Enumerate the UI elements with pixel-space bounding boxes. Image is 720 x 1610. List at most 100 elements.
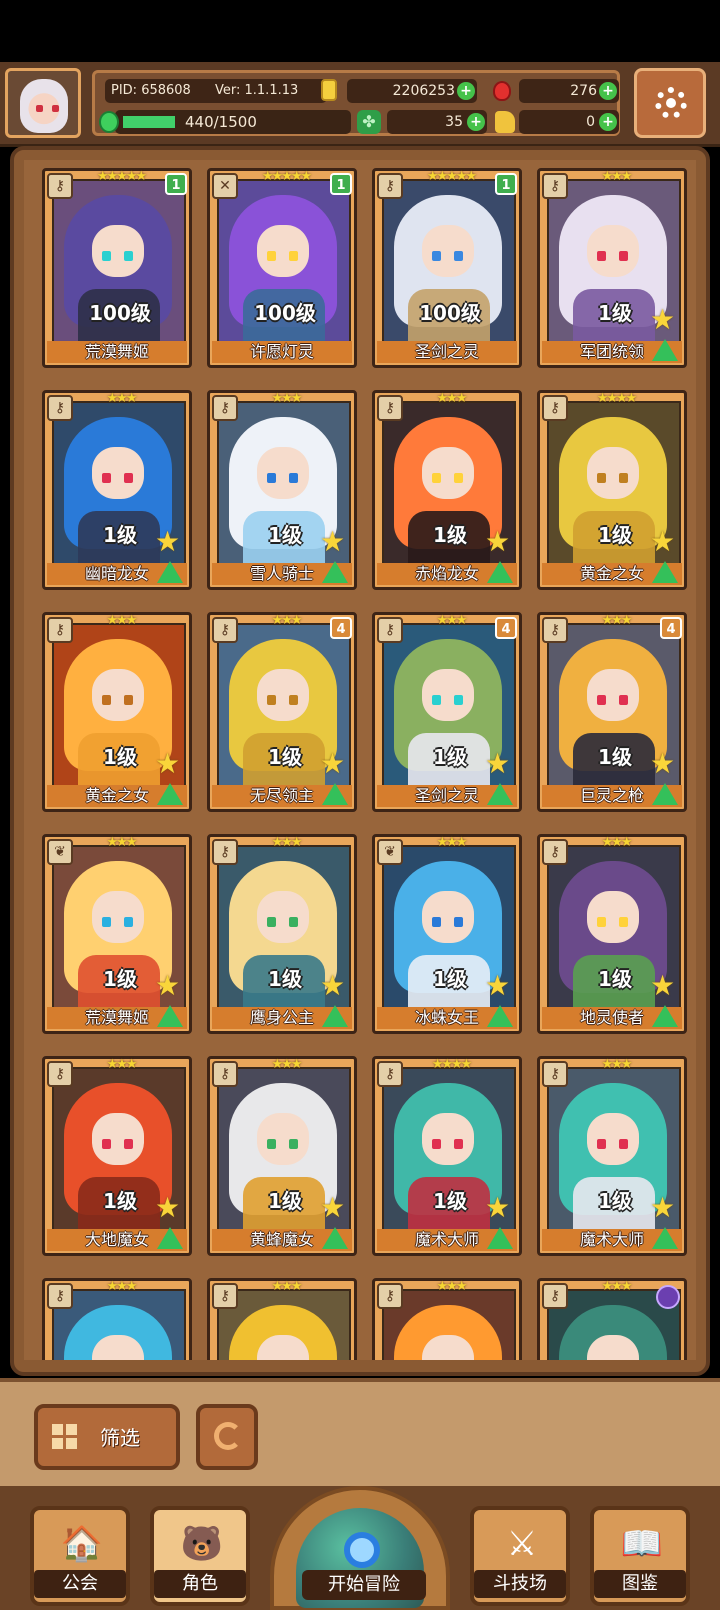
weapon-class-icon: ⚷ (542, 1061, 568, 1087)
rank-badge: 1 (165, 173, 187, 195)
weapon-class-icon: ⚷ (47, 617, 73, 643)
star-rating: ★★★ (436, 1279, 468, 1294)
star-rating: ★★★ (601, 169, 633, 184)
character-card[interactable]: ✕ ★★★★★ 1 100级 许愿灯灵 (207, 168, 357, 368)
energy-bar: 440/1500 (115, 110, 351, 134)
character-eye (597, 251, 606, 261)
character-card[interactable]: ⚷ ★★★ 1级 雪人骑士 ★ (207, 390, 357, 590)
character-card[interactable]: ⚷ ★★★ 1级 黄蜂魔女 ★ (207, 1056, 357, 1256)
character-face (587, 669, 639, 721)
star-rating: ★★★ (436, 835, 468, 850)
character-card[interactable]: ⚷ ★★★ 4 1级 无尽领主 ★ (207, 612, 357, 812)
character-card[interactable]: ⚷ ★★★ 1级 黄金之女 ★ (42, 612, 192, 812)
character-grid-viewport[interactable]: ⚷ ★★★★★ 1 100级 荒漠舞姬 ✕ ★★★★★ 1 100级 许愿灯灵 ⚷ ★★★★★ 1 100… (24, 160, 696, 1360)
character-eye (124, 917, 133, 927)
character-face (257, 225, 309, 277)
character-eye (267, 251, 276, 261)
star-rating: ★★★ (106, 835, 138, 850)
filter-bar: 筛选 (0, 1378, 720, 1490)
book-icon: 📖 (620, 1524, 664, 1564)
character-eye (267, 917, 276, 927)
settings-button[interactable] (634, 68, 706, 138)
character-eye (289, 251, 298, 261)
character-card[interactable]: ⚷ ★★★★★ 1 100级 荒漠舞姬 (42, 168, 192, 368)
character-face (257, 891, 309, 943)
rank-badge: 4 (660, 617, 682, 639)
character-card[interactable]: ⚷ ★★★ 1级 幽暗龙女 ★ (42, 390, 192, 590)
star-rating: ★★★ (106, 613, 138, 628)
rank-badge: 4 (495, 617, 517, 639)
filter-button[interactable]: 筛选 (34, 1404, 180, 1470)
character-eye (619, 473, 628, 483)
character-level: 100级 (254, 301, 316, 325)
add-gems-button[interactable]: + (599, 82, 617, 100)
character-level: 100级 (419, 301, 481, 325)
character-card[interactable]: ⚷ ★★★ (537, 1278, 687, 1360)
star-rating: ★★★ (106, 391, 138, 406)
nav-adventure[interactable]: 开始冒险 (270, 1486, 450, 1610)
character-card[interactable]: ⚷ ★★★★ 1级 黄金之女 ★ (537, 390, 687, 590)
gem-amount: 276 (570, 83, 597, 99)
character-level: 100级 (89, 301, 151, 325)
character-card[interactable]: ⚷ ★★★ 1级 地灵使者 ★ (537, 834, 687, 1034)
character-eye (619, 251, 628, 261)
add-clover-button[interactable]: + (467, 113, 485, 131)
weapon-class-icon: ⚷ (377, 617, 403, 643)
level-up-arrow-icon (487, 1005, 513, 1027)
level-up-arrow-icon (157, 1227, 183, 1249)
character-face (422, 447, 474, 499)
weapon-class-icon: ✕ (212, 173, 238, 199)
character-card[interactable]: ⚷ ★★★ 1级 魔术大师 ★ (537, 1056, 687, 1256)
nav-codex-label: 图鉴 (594, 1570, 686, 1598)
character-head-icon: 🐻 (180, 1524, 224, 1564)
character-eye (124, 473, 133, 483)
character-card[interactable]: ⚷ ★★★ 1级 大地魔女 ★ (42, 1056, 192, 1256)
star-upgrade-icon: ★ (320, 525, 346, 558)
gold-counter: 2206253 + (347, 79, 477, 103)
star-upgrade-icon: ★ (650, 1191, 676, 1224)
nav-guild[interactable]: 🏠 公会 (30, 1506, 130, 1606)
character-card[interactable]: ❦ ★★★ 1级 荒漠舞姬 ★ (42, 834, 192, 1034)
character-card[interactable]: ⚷ ★★★ 1级 军团统领 ★ (537, 168, 687, 368)
character-eye (102, 473, 111, 483)
character-card[interactable]: ⚷ ★★★ 4 1级 圣剑之灵 ★ (372, 612, 522, 812)
element-orb-icon (656, 1285, 680, 1309)
character-eye (102, 917, 111, 927)
character-face (587, 447, 639, 499)
crossed-swords-icon: ⚔ (506, 1524, 538, 1564)
level-up-arrow-icon (157, 783, 183, 805)
character-eye (289, 473, 298, 483)
character-card[interactable]: ⚷ ★★★ (372, 1278, 522, 1360)
character-card[interactable]: ⚷ ★★★ 1级 赤焰龙女 ★ (372, 390, 522, 590)
character-card[interactable]: ⚷ ★★★ 4 1级 巨灵之枪 ★ (537, 612, 687, 812)
weapon-class-icon: ⚷ (212, 395, 238, 421)
player-avatar[interactable] (5, 68, 81, 138)
character-card[interactable]: ⚷ ★★★★ 1级 魔术大师 ★ (372, 1056, 522, 1256)
star-upgrade-icon: ★ (155, 525, 181, 558)
weapon-class-icon: ⚷ (212, 839, 238, 865)
star-upgrade-icon: ★ (485, 747, 511, 780)
nav-guild-label: 公会 (34, 1570, 126, 1598)
character-card[interactable]: ⚷ ★★★★★ 1 100级 圣剑之灵 (372, 168, 522, 368)
weapon-class-icon: ❦ (47, 839, 73, 865)
nav-arena[interactable]: ⚔ 斗技场 (470, 1506, 570, 1606)
rank-badge: 1 (495, 173, 517, 195)
refresh-button[interactable] (196, 1404, 258, 1470)
avatar-eye (52, 105, 59, 112)
nav-character[interactable]: 🐻 角色 (150, 1506, 250, 1606)
star-upgrade-icon: ★ (650, 969, 676, 1002)
character-face (422, 891, 474, 943)
character-card[interactable]: ⚷ ★★★ 1级 鹰身公主 ★ (207, 834, 357, 1034)
add-keys-button[interactable]: + (599, 113, 617, 131)
character-eye (597, 1139, 606, 1149)
level-up-arrow-icon (652, 561, 678, 583)
character-card[interactable]: ❦ ★★★ 1级 冰蛛女王 ★ (372, 834, 522, 1034)
character-card[interactable]: ⚷ ★★★ (42, 1278, 192, 1360)
character-eye (597, 917, 606, 927)
weapon-class-icon: ⚷ (542, 839, 568, 865)
star-rating: ★★★ (601, 835, 633, 850)
add-gold-button[interactable]: + (457, 82, 475, 100)
nav-codex[interactable]: 📖 图鉴 (590, 1506, 690, 1606)
character-face (587, 891, 639, 943)
character-card[interactable]: ⚷ ★★★ (207, 1278, 357, 1360)
